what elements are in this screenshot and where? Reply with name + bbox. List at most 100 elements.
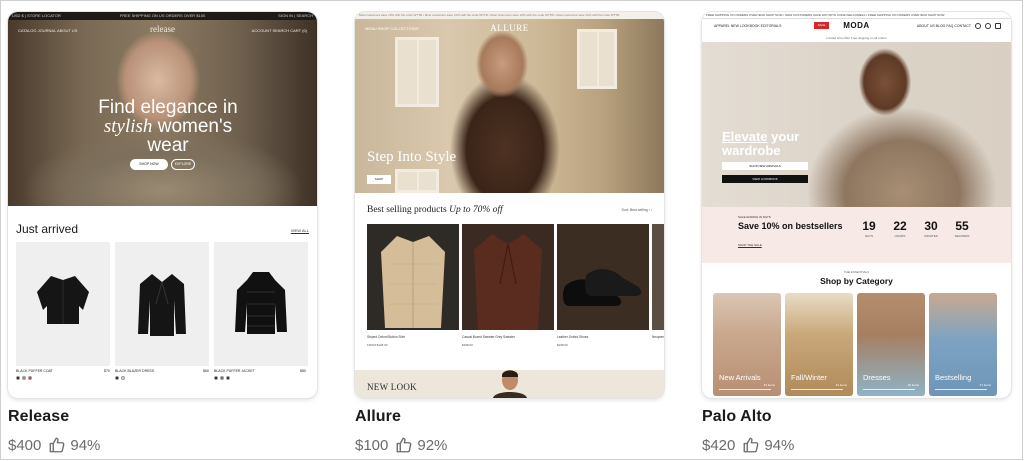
hero-line-1-rest: your (771, 129, 800, 144)
new-look-title: NEW LOOK (367, 382, 417, 392)
template-grid: USD $ | STORE LOCATOR FREE SHIPPING ON U… (8, 12, 1012, 457)
category-tile: Bestselling 27 items (929, 293, 997, 396)
category-divider (719, 388, 771, 389)
best-selling-prefix: Best selling products (367, 205, 447, 215)
countdown-value: 22 (893, 219, 907, 233)
category-divider (935, 388, 987, 389)
template-meta: $400 94% (8, 435, 100, 455)
category-label: Dresses (863, 373, 891, 382)
headline-line-2: stylish women's (68, 117, 268, 136)
product-name: BLACK PUFFER COAT (16, 369, 53, 373)
template-rating: 92% (417, 436, 448, 454)
hero-secondary-button: EXPLORE (171, 159, 195, 170)
puffer-jacket-icon (235, 272, 287, 334)
hero-line-1: Elevate your (722, 130, 799, 144)
category-label: Bestselling (935, 373, 972, 382)
account-icon (985, 23, 991, 29)
countdown-value: 19 (862, 219, 876, 233)
headline-line-1: Find elegance in (98, 97, 238, 118)
template-name[interactable]: Release (8, 408, 69, 426)
thumbs-up-icon (49, 437, 65, 453)
hero-headline: Elevate your wardrobe (722, 130, 799, 158)
template-price: $420 (702, 436, 736, 454)
product-name: Striped Oxford Button Shirt (367, 335, 406, 339)
preview-hero-image: CATALOG JOURNAL ABOUT US release ACCOUNT… (8, 20, 317, 206)
template-preview[interactable]: FREE SHIPPING ON ORDERS OVER $100 SHOP N… (702, 12, 1011, 398)
view-lookbook-button: VIEW LOOKBOOK (722, 175, 808, 183)
product-name: BLACK BLAZER DRESS (115, 369, 155, 373)
essentials-kicker: THE ESSENTIALS (843, 270, 870, 274)
template-rating: 94% (764, 436, 795, 454)
hero-line-2: wardrobe (722, 143, 781, 158)
template-card-release[interactable]: USD $ | STORE LOCATOR FREE SHIPPING ON U… (8, 12, 317, 457)
product-tile (214, 242, 308, 366)
template-preview[interactable]: USD $ | STORE LOCATOR FREE SHIPPING ON U… (8, 12, 317, 398)
category-divider (863, 388, 915, 389)
product-tile (652, 224, 664, 330)
thumbs-up-icon (743, 437, 759, 453)
product-price: $60 (203, 369, 209, 373)
countdown-value: 55 (955, 219, 969, 233)
section-title: Just arrived (16, 222, 79, 236)
countdown-label: SECONDS (954, 234, 970, 238)
product-price: $298.00 (462, 343, 473, 347)
product-tile (16, 242, 110, 366)
hero-underlined-word: Elevate (722, 129, 768, 144)
preview-hero-image: Elevate your wardrobe SHOP NEW ARRIVALS … (702, 42, 1011, 207)
template-price: $100 (355, 436, 389, 454)
shop-new-arrivals-button: SHOP NEW ARRIVALS (722, 162, 808, 170)
countdown-label: DAYS (865, 234, 873, 238)
search-icon (975, 23, 981, 29)
headline-line-3: wear (147, 135, 189, 156)
countdown-hours: 22 HOURS (885, 219, 915, 238)
template-preview[interactable]: Most customers save 10% with the code WT… (355, 12, 664, 398)
category-heading: Shop by Category (820, 276, 893, 286)
category-divider (791, 388, 843, 389)
countdown-label: HOURS (894, 234, 906, 238)
template-card-palo-alto[interactable]: FREE SHIPPING ON ORDERS OVER $100 SHOP N… (702, 12, 1011, 457)
category-count: 32 items (763, 383, 775, 387)
thumbs-up-icon (396, 437, 412, 453)
window-shape (395, 169, 439, 193)
topbar-center-text: FREE SHIPPING ON US ORDERS OVER $100 (119, 13, 206, 18)
cart-icon (995, 23, 1001, 29)
countdown-label: MINUTES (924, 234, 938, 238)
best-selling-heading: Best selling products Up to 70% off (367, 205, 503, 215)
model-portrait-icon (493, 370, 527, 398)
shirt-icon (381, 236, 445, 328)
nav-right-links: ABOUT US BLOG FAQ CONTACT (916, 24, 971, 28)
product-name: BLACK PUFFER JACKET (214, 369, 255, 373)
template-name[interactable]: Allure (355, 408, 401, 426)
product-price: $298.00 (557, 343, 568, 347)
template-name[interactable]: Palo Alto (702, 408, 772, 426)
category-count: 24 items (835, 383, 847, 387)
view-all-link: VIEW ALL (290, 228, 309, 233)
promo-countdown: SALE ENDING IN DAYS Save 10% on bestsell… (702, 207, 1011, 263)
best-selling-discount: Up to 70% off (449, 205, 503, 215)
category-label: Fall/Winter (791, 373, 827, 382)
headline-rest: women's (157, 116, 233, 137)
product-price: $70 (104, 369, 110, 373)
countdown-seconds: 55 SECONDS (947, 219, 977, 238)
product-name: Leather Oxford Shoes (557, 335, 589, 339)
nav-right-links: ACCOUNT SEARCH CART (0) (251, 28, 307, 33)
countdown-minutes: 30 MINUTES (916, 219, 946, 238)
preview-header: APPAREL NEW LOOKBOOK EDITORIALS SALE MOD… (702, 19, 1011, 34)
window-shape (577, 29, 617, 89)
blazer-icon (474, 234, 542, 330)
category-tile: Fall/Winter 24 items (785, 293, 853, 396)
subheader-text: Limited time offer! Free shipping on all… (826, 36, 887, 40)
product-tile (367, 224, 459, 330)
template-price: $400 (8, 436, 42, 454)
product-price: $80 (300, 369, 306, 373)
template-meta: $100 92% (355, 435, 447, 455)
preview-nav: CATALOG JOURNAL ABOUT US release ACCOUNT… (8, 24, 317, 34)
shoes-icon (562, 269, 642, 306)
promo-title: Save 10% on bestsellers (738, 221, 843, 231)
template-card-allure[interactable]: Most customers save 10% with the code WT… (355, 12, 664, 457)
hero-title: Step Into Style (367, 149, 457, 165)
color-swatches (214, 376, 230, 380)
countdown-days: 19 DAYS (854, 219, 884, 238)
category-tile: New Arrivals 32 items (713, 293, 781, 396)
blazer-icon (138, 274, 186, 336)
